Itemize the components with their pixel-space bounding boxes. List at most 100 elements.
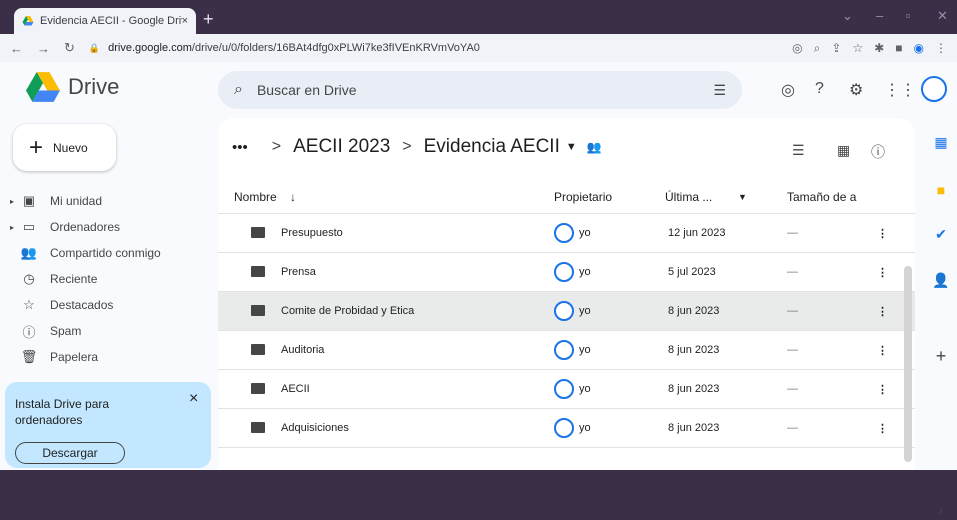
more-actions-icon[interactable]: ⋮ bbox=[877, 266, 888, 279]
sidebar-item-compartido[interactable]: 👥 Compartido conmigo bbox=[0, 240, 210, 266]
expand-arrow-icon[interactable]: ▸ bbox=[10, 223, 18, 232]
reload-icon[interactable]: ↻ bbox=[64, 40, 75, 56]
owner-name: yo bbox=[579, 422, 591, 434]
table-row[interactable]: Prensa yo 5 jul 2023 — ⋮ bbox=[218, 253, 915, 292]
breadcrumb-separator: > bbox=[402, 138, 412, 155]
table-row-selected[interactable]: Comite de Probidad y Etica yo 8 jun 2023… bbox=[218, 292, 915, 331]
more-actions-icon[interactable]: ⋮ bbox=[877, 422, 888, 435]
sidebar-item-reciente[interactable]: ◷ Reciente bbox=[0, 266, 210, 292]
new-button[interactable]: + Nuevo bbox=[13, 124, 116, 171]
calendar-icon[interactable]: ▦ bbox=[931, 132, 951, 152]
lens-icon[interactable]: ◎ bbox=[792, 41, 802, 55]
sidepanel-icon[interactable]: ■ bbox=[895, 41, 902, 55]
download-button[interactable]: Descargar bbox=[15, 442, 125, 464]
tasks-icon[interactable]: ✔ bbox=[931, 224, 951, 244]
grid-view-icon[interactable]: ▦ bbox=[837, 142, 850, 159]
owner-avatar bbox=[554, 262, 574, 282]
filter-icon[interactable]: ☰ bbox=[792, 142, 805, 159]
new-tab-button[interactable]: + bbox=[203, 9, 214, 30]
sidebar-item-spam[interactable]: ⓘ Spam bbox=[0, 318, 210, 344]
breadcrumb-current[interactable]: Evidencia AECII bbox=[424, 136, 560, 158]
close-window-icon[interactable]: ✕ bbox=[937, 8, 948, 24]
promo-close-icon[interactable]: × bbox=[189, 390, 198, 408]
more-actions-icon[interactable]: ⋮ bbox=[877, 344, 888, 357]
search-icon[interactable]: ⌕ bbox=[234, 81, 243, 99]
sidebar-item-label: Mi unidad bbox=[50, 194, 103, 208]
file-list: Presupuesto yo 12 jun 2023 — ⋮ Prensa yo… bbox=[218, 214, 915, 448]
offline-status-icon[interactable]: ◎ bbox=[781, 80, 795, 100]
more-actions-icon[interactable]: ⋮ bbox=[877, 305, 888, 318]
drive-app: Drive ⌕ Buscar en Drive ☰ ◎ ? ⚙ ⋮⋮ + Nue… bbox=[0, 62, 957, 518]
sidebar-item-ordenadores[interactable]: ▸ ▭ Ordenadores bbox=[0, 214, 210, 240]
column-owner[interactable]: Propietario bbox=[554, 190, 612, 204]
keep-icon[interactable]: ■ bbox=[931, 180, 951, 200]
tab-title: Evidencia AECII - Google Drive bbox=[40, 15, 182, 27]
clock-icon: ◷ bbox=[23, 271, 35, 286]
zoom-icon[interactable]: ⌕ bbox=[814, 41, 821, 56]
search-input[interactable]: Buscar en Drive bbox=[257, 82, 713, 98]
modified-dropdown-icon[interactable]: ▼ bbox=[738, 192, 747, 202]
sidebar-item-mi-unidad[interactable]: ▸ ▣ Mi unidad bbox=[0, 188, 210, 214]
table-row[interactable]: Presupuesto yo 12 jun 2023 — ⋮ bbox=[218, 214, 915, 253]
folder-icon bbox=[251, 266, 265, 277]
forward-icon[interactable]: → bbox=[37, 41, 50, 56]
file-name: Prensa bbox=[281, 266, 316, 278]
back-icon[interactable]: ← bbox=[10, 41, 23, 56]
browser-menu-icon[interactable]: ⋮ bbox=[935, 41, 947, 55]
tab-search-icon[interactable]: ⌄ bbox=[842, 8, 853, 24]
search-bar[interactable]: ⌕ Buscar en Drive ☰ bbox=[218, 71, 742, 109]
tab-close-icon[interactable]: × bbox=[182, 15, 188, 27]
table-row[interactable]: Adquisiciones yo 8 jun 2023 — ⋮ bbox=[218, 409, 915, 448]
modified-date: 8 jun 2023 bbox=[668, 422, 720, 434]
contacts-icon[interactable]: 👤 bbox=[931, 270, 951, 290]
search-options-icon[interactable]: ☰ bbox=[713, 82, 726, 99]
address-bar: ← → ↻ 🔒 drive.google.com/drive/u/0/folde… bbox=[0, 34, 957, 62]
minimize-icon[interactable]: – bbox=[876, 8, 883, 23]
file-size: — bbox=[787, 305, 798, 317]
star-icon: ☆ bbox=[23, 297, 35, 312]
help-icon[interactable]: ? bbox=[815, 80, 824, 98]
folder-menu-chevron-icon[interactable]: ▼ bbox=[566, 141, 577, 153]
account-avatar[interactable] bbox=[921, 76, 947, 102]
table-row[interactable]: Auditoria yo 8 jun 2023 — ⋮ bbox=[218, 331, 915, 370]
more-actions-icon[interactable]: ⋮ bbox=[877, 227, 888, 240]
browser-tab[interactable]: Evidencia AECII - Google Drive × bbox=[14, 8, 196, 34]
folder-icon bbox=[251, 305, 265, 316]
owner-name: yo bbox=[579, 383, 591, 395]
collapse-panel-icon[interactable]: › bbox=[931, 500, 951, 520]
more-actions-icon[interactable]: ⋮ bbox=[877, 383, 888, 396]
settings-gear-icon[interactable]: ⚙ bbox=[849, 80, 863, 100]
info-icon[interactable]: ⓘ bbox=[871, 142, 885, 162]
sidebar-item-destacados[interactable]: ☆ Destacados bbox=[0, 292, 210, 318]
owner-avatar bbox=[554, 223, 574, 243]
column-size[interactable]: Tamaño de a bbox=[787, 190, 856, 204]
scrollbar[interactable] bbox=[904, 266, 912, 462]
add-addon-icon[interactable]: + bbox=[931, 346, 951, 366]
drive-favicon-icon bbox=[22, 16, 34, 26]
lock-icon: 🔒 bbox=[88, 42, 101, 53]
breadcrumb-more-icon[interactable]: ••• bbox=[232, 139, 248, 156]
folder-icon bbox=[251, 227, 265, 238]
sidebar-item-label: Reciente bbox=[50, 272, 98, 286]
computer-icon: ▭ bbox=[22, 219, 36, 234]
apps-grid-icon[interactable]: ⋮⋮ bbox=[884, 80, 916, 100]
owner-name: yo bbox=[579, 344, 591, 356]
column-name[interactable]: Nombre bbox=[234, 190, 277, 204]
sidebar: ▸ ▣ Mi unidad ▸ ▭ Ordenadores 👥 Comparti… bbox=[0, 188, 210, 370]
share-icon[interactable]: ⇪ bbox=[831, 41, 841, 55]
table-row[interactable]: AECII yo 8 jun 2023 — ⋮ bbox=[218, 370, 915, 409]
profile-icon[interactable]: ◉ bbox=[914, 41, 924, 55]
sidebar-item-papelera[interactable]: 🗑 Papelera bbox=[0, 344, 210, 370]
sidebar-item-label: Destacados bbox=[50, 298, 114, 312]
column-modified[interactable]: Última ... bbox=[665, 190, 712, 204]
file-size: — bbox=[787, 422, 798, 434]
expand-arrow-icon[interactable]: ▸ bbox=[10, 197, 18, 206]
restore-icon[interactable]: ▫ bbox=[906, 8, 911, 23]
bookmark-star-icon[interactable]: ☆ bbox=[852, 41, 863, 55]
file-size: — bbox=[787, 383, 798, 395]
url-field[interactable]: drive.google.com/drive/u/0/folders/16BAt… bbox=[108, 42, 781, 54]
breadcrumb-parent[interactable]: AECII 2023 bbox=[293, 136, 390, 158]
drive-logo[interactable]: Drive bbox=[26, 72, 119, 102]
extensions-icon[interactable]: ✱ bbox=[874, 41, 884, 55]
sort-arrow-icon[interactable]: ↓ bbox=[290, 190, 296, 204]
